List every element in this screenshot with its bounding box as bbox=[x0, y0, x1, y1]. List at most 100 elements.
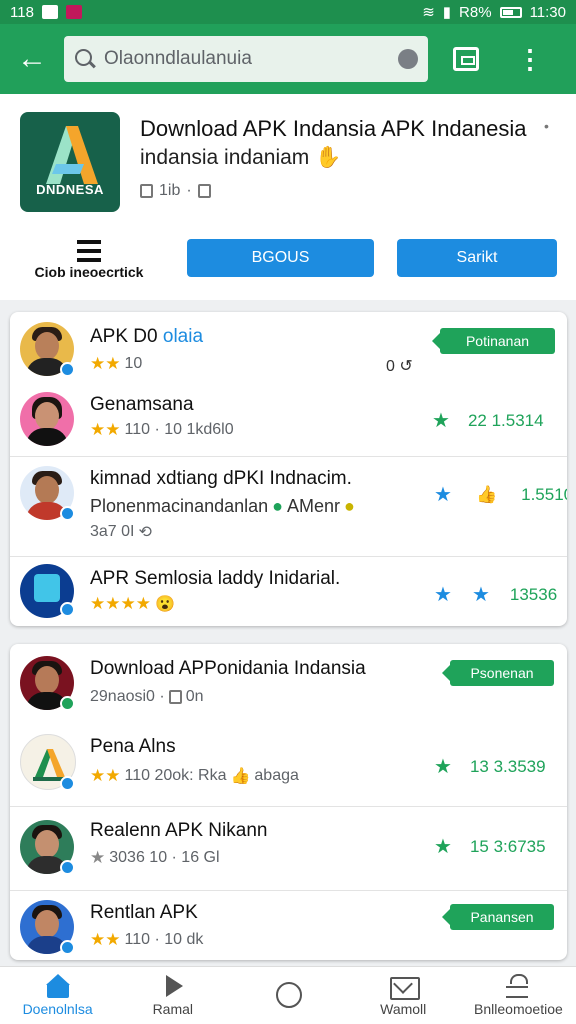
verified-icon bbox=[60, 860, 75, 875]
stars-icon: ★★ bbox=[90, 766, 121, 785]
nav-label: Bnlleomoetioe bbox=[474, 1001, 563, 1017]
nav-item-center[interactable] bbox=[230, 967, 345, 1024]
star-icon: ★ bbox=[471, 584, 490, 606]
app-logo-mark-icon bbox=[46, 126, 98, 184]
verified-icon bbox=[60, 602, 75, 617]
list-item-title: Rentlan APK bbox=[90, 902, 198, 923]
list-item-sub-text: 110 · 10 1kd6l0 bbox=[124, 421, 234, 438]
battery-icon bbox=[499, 6, 522, 18]
search-input[interactable]: Olaonndlaulanuia bbox=[64, 36, 428, 82]
header-more-icon[interactable]: • bbox=[544, 118, 549, 134]
nav-label: Ramal bbox=[152, 1001, 194, 1017]
app-meta: 1ib · bbox=[140, 182, 211, 200]
app-title: Download APK Indansia APK Indanesia bbox=[140, 116, 527, 141]
apps-button[interactable] bbox=[434, 24, 498, 94]
list-item-count: 0 ↺ bbox=[386, 358, 413, 375]
circle-icon bbox=[275, 982, 302, 1008]
list-item[interactable]: Realenn APK Nikann ★ 3036 10 · 16 Gl ★ 1… bbox=[10, 806, 567, 890]
list-icon bbox=[77, 240, 101, 262]
list-item-sub-text: 110 · 10 dk bbox=[124, 931, 204, 948]
nav-item-mail[interactable]: Wamoll bbox=[346, 967, 461, 1024]
search-query: Olaonndlaulanuia bbox=[104, 48, 252, 69]
list-item[interactable]: Genamsana ★★ 110 · 10 1kd6l0 ★ 22 1.5314 bbox=[10, 390, 567, 456]
list-item-title: Genamsana bbox=[90, 394, 194, 415]
file-icon bbox=[168, 690, 182, 704]
info-label: Ciob ineoecrtick bbox=[34, 264, 144, 280]
rating: ★ 13 3.3539 bbox=[434, 756, 546, 778]
mail-icon bbox=[390, 974, 421, 1000]
list-item-sub-text: Plonenmacinandanlan bbox=[90, 496, 269, 516]
list-item[interactable]: APK D0 olaia ★★ 10 0 ↺ Potinanan bbox=[10, 312, 567, 390]
search-icon bbox=[74, 48, 96, 70]
status-badge[interactable]: Potinanan bbox=[432, 328, 555, 354]
emoji-icon: ● bbox=[344, 496, 355, 516]
list-item-meta-text: 3a7 0I bbox=[90, 523, 135, 540]
wifi-icon: ≋ bbox=[422, 4, 435, 21]
list-item-sub-extra: abaga bbox=[254, 767, 299, 784]
app-notification-icon bbox=[65, 5, 82, 19]
secondary-button[interactable]: Sarikt bbox=[397, 239, 557, 277]
list-item-sub-text: 29naosi0 · bbox=[90, 688, 165, 705]
list-item[interactable]: kimnad xdtiang dPKI Indnacim. Plonenmaci… bbox=[10, 456, 567, 556]
results-card-1: APK D0 olaia ★★ 10 0 ↺ Potinanan Genamsa… bbox=[10, 312, 567, 626]
list-item[interactable]: Download APPonidania Indansia 29naosi0 ·… bbox=[10, 644, 567, 722]
list-item-sub: 29naosi0 · 0n bbox=[90, 688, 204, 706]
list-item-title: APK D0 olaia bbox=[90, 326, 204, 347]
back-button[interactable]: ← bbox=[0, 24, 64, 94]
signal-icon: ▮ bbox=[442, 4, 452, 21]
app-bar: ← Olaonndlaulanuia ⋮ bbox=[0, 24, 576, 94]
list-item-sub-extra: 0n bbox=[185, 688, 204, 705]
stars-icon: ★★ bbox=[90, 354, 121, 373]
mic-icon[interactable] bbox=[398, 49, 418, 69]
list-item-sub-text: 110 20ok: Rka bbox=[124, 767, 227, 784]
status-badge[interactable]: Panansen bbox=[442, 904, 554, 930]
app-logo-text: DNDNESA bbox=[36, 182, 104, 197]
info-button[interactable]: Ciob ineoecrtick bbox=[24, 240, 154, 280]
nav-item-library[interactable]: Bnlleomoetioe bbox=[461, 967, 576, 1024]
list-item-title: Download APPonidania Indansia bbox=[90, 658, 366, 679]
library-icon bbox=[505, 974, 531, 998]
app-header: DNDNESA Download APK Indansia APK Indane… bbox=[0, 94, 576, 300]
list-item[interactable]: Rentlan APK ★★ 110 · 10 dk Panansen bbox=[10, 890, 567, 960]
rating: ★ 👍 1.5510 bbox=[434, 484, 567, 506]
rating: ★ 22 1.5314 bbox=[432, 410, 544, 432]
app-grid-icon bbox=[453, 47, 479, 71]
more-vert-icon: ⋮ bbox=[517, 43, 543, 74]
list-item-sub: ★★ 110 · 10 dk bbox=[90, 930, 203, 950]
status-badge[interactable]: Psonenan bbox=[442, 660, 554, 686]
separator-dot: · bbox=[186, 182, 192, 199]
list-item-sub-extra: AMenr bbox=[287, 496, 341, 516]
back-arrow-icon: ← bbox=[17, 42, 47, 75]
list-item-sub: ★★ 110 · 10 1kd6l0 bbox=[90, 420, 234, 440]
list-item[interactable]: APR Semlosia laddy Inidarial. ★★★★ 😮 ★ ★… bbox=[10, 556, 567, 626]
list-item-sub: Plonenmacinandanlan ● AMenr ● bbox=[90, 496, 355, 517]
list-item-sub: ★ 3036 10 · 16 Gl bbox=[90, 848, 220, 868]
list-item-sub: ★★★★ 😮 bbox=[90, 594, 175, 614]
share-icon bbox=[197, 184, 211, 198]
clock: 11:30 bbox=[529, 3, 566, 21]
list-item-sub-text: 10 bbox=[124, 355, 143, 372]
like-icon: 👍 bbox=[230, 768, 251, 785]
badge-icon: ● bbox=[272, 496, 284, 516]
app-meta-value: 1ib bbox=[159, 182, 181, 199]
list-item-sub-text: 3036 10 · 16 Gl bbox=[109, 849, 220, 866]
nav-label: Doenolnlsa bbox=[22, 1001, 93, 1017]
app-logo[interactable]: DNDNESA bbox=[20, 112, 120, 212]
list-item[interactable]: Pena Alns ★★ 110 20ok: Rka 👍 abaga ★ 13 … bbox=[10, 722, 567, 806]
list-item-sub: ★★ 10 bbox=[90, 354, 142, 374]
thumb-icon: 👍 bbox=[475, 484, 498, 504]
stars-icon: ★★★★ bbox=[90, 594, 151, 613]
more-button[interactable]: ⋮ bbox=[498, 24, 562, 94]
link-icon: ⟲ bbox=[138, 524, 152, 541]
notification-icon bbox=[41, 5, 58, 19]
stars-icon: ★ bbox=[90, 848, 106, 867]
star-icon: ★ bbox=[434, 836, 452, 858]
hand-emoji-icon: ✋ bbox=[315, 146, 342, 169]
nav-item-home[interactable]: Doenolnlsa bbox=[0, 967, 115, 1024]
results-card-2: Download APPonidania Indansia 29naosi0 ·… bbox=[10, 644, 567, 960]
primary-button[interactable]: BGOUS bbox=[187, 239, 374, 277]
nav-item-games[interactable]: Ramal bbox=[115, 967, 230, 1024]
verified-icon bbox=[60, 506, 75, 521]
list-item-meta: 3a7 0I ⟲ bbox=[90, 522, 152, 542]
star-icon: ★ bbox=[434, 584, 452, 606]
